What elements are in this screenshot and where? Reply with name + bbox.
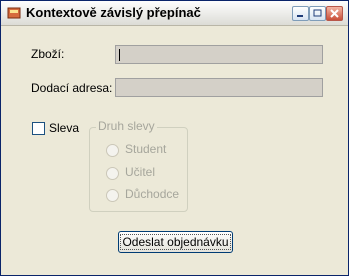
close-button[interactable] [326,6,343,21]
sleva-checkbox[interactable] [32,122,45,135]
minimize-button[interactable] [292,6,309,21]
window-title: Kontextově závislý přepínač [26,5,201,20]
text-caret [119,49,120,61]
close-icon [330,9,339,18]
maximize-icon [313,9,322,17]
group-title: Druh slevy [96,119,157,133]
radio-duchodce-label[interactable]: Důchodce [125,187,179,201]
radio-ucitel[interactable] [106,167,119,180]
zbozi-input[interactable] [115,45,323,64]
radio-duchodce[interactable] [106,189,119,202]
app-window: Kontextově závislý přepínač Zboží: Dodac… [0,0,349,276]
sleva-label[interactable]: Sleva [49,121,79,135]
zbozi-label: Zboží: [31,47,65,61]
app-icon [7,7,21,19]
submit-order-label: Odeslat objednávku [120,234,231,250]
adresa-input[interactable] [115,78,323,97]
radio-student-label[interactable]: Student [125,142,166,156]
form-area: Zboží: Dodací adresa: Sleva Druh slevy S… [1,26,348,275]
maximize-button[interactable] [309,6,326,21]
submit-order-button[interactable]: Odeslat objednávku [118,231,233,253]
title-bar[interactable]: Kontextově závislý přepínač [1,1,348,26]
adresa-label: Dodací adresa: [31,81,113,95]
radio-ucitel-label[interactable]: Učitel [125,165,155,179]
radio-student[interactable] [106,144,119,157]
minimize-icon [297,15,303,17]
